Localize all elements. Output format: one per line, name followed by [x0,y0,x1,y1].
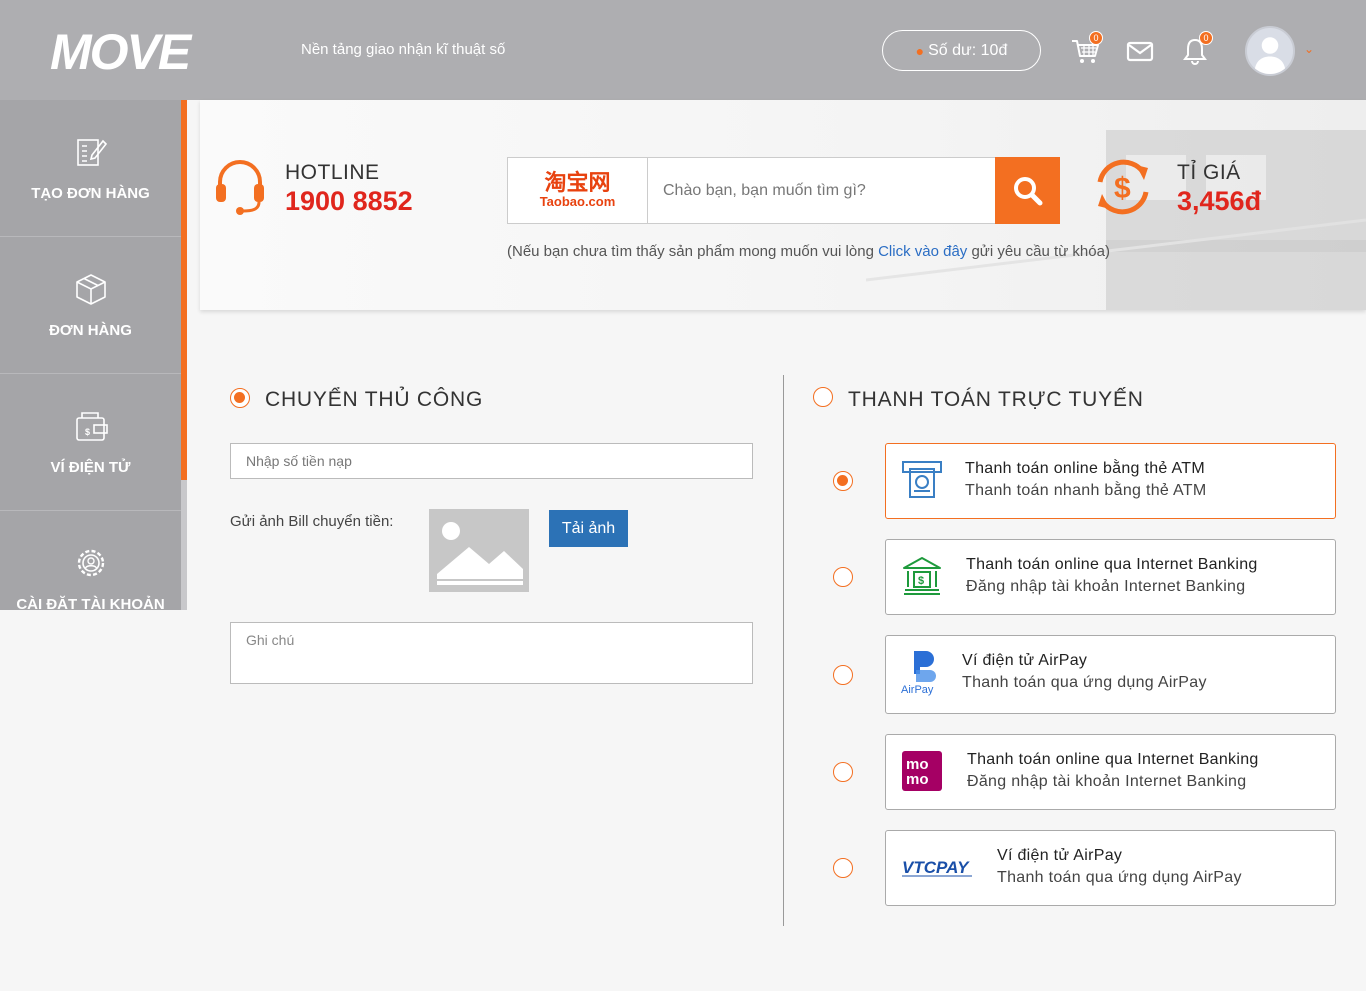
svg-text:MOVE: MOVE [50,26,193,74]
atm-icon [900,458,944,502]
notification-count-badge: 0 [1199,31,1213,45]
balance-button[interactable]: ● Số dư: 10đ [882,30,1041,71]
wallet-icon: $ [75,411,108,441]
svg-text:$: $ [1114,172,1131,205]
hotline-number[interactable]: 1900 8852 [285,186,413,217]
money-bag-icon: ● [915,42,925,59]
online-payment-title: THANH TOÁN TRỰC TUYẾN [848,388,1144,411]
amount-input[interactable] [230,443,753,479]
payment-option-atm[interactable]: Thanh toán online bằng thẻ ATM Thanh toá… [885,443,1336,519]
balance-label: Số dư: 10đ [928,41,1008,59]
note-field[interactable] [230,622,753,684]
payment-option-subtitle: Đăng nhập tài khoản Internet Banking [967,773,1247,790]
sidebar-item-label: ĐƠN HÀNG [49,321,132,339]
payment-option-subtitle: Thanh toán qua ứng dụng AirPay [997,869,1242,886]
svg-text:VTCPAY: VTCPAY [902,858,970,877]
taobao-logo-cn: 淘宝网 [544,170,611,195]
sidebar-item-label: TẠO ĐƠN HÀNG [31,184,150,202]
payment-option-subtitle: Thanh toán qua ứng dụng AirPay [962,674,1207,691]
sidebar: TẠO ĐƠN HÀNG ĐƠN HÀNG $ VÍ ĐIỆN TỬ CÀI Đ… [0,100,187,610]
payment-option-radio[interactable] [833,762,853,782]
product-search: 淘宝网 Taobao.com [507,157,1060,224]
svg-text:$: $ [85,427,90,437]
settings-icon [77,549,104,576]
keyword-request-link[interactable]: Click vào đây [878,243,967,260]
payment-option-title: Ví điện tử AirPay [962,652,1088,669]
image-placeholder-icon [437,522,523,585]
manual-transfer-title: CHUYỂN THỦ CÔNG [265,388,484,411]
search-button[interactable] [995,157,1060,224]
payment-option-radio[interactable] [833,471,853,491]
bill-image-placeholder [429,509,529,592]
payment-option-title: Thanh toán online qua Internet Banking [966,556,1258,573]
bill-upload-label: Gửi ảnh Bill chuyển tiền: [230,513,394,530]
momo-icon: mo mo [900,749,944,793]
bank-icon: $ [900,554,944,598]
sidebar-item-label: CÀI ĐẶT TÀI KHOẢN [16,595,165,611]
chevron-down-icon[interactable]: ⌄ [1304,42,1314,56]
payment-option-momo[interactable]: mo mo Thanh toán online qua Internet Ban… [885,734,1336,810]
payment-option-subtitle: Đăng nhập tài khoản Internet Banking [966,578,1246,595]
column-divider [783,375,784,926]
online-payment-radio[interactable] [813,387,833,407]
move-logo[interactable]: MOVE [50,26,242,74]
payment-option-internet-banking[interactable]: $ Thanh toán online qua Internet Banking… [885,539,1336,615]
sidebar-item-account-settings[interactable]: CÀI ĐẶT TÀI KHOẢN [0,511,181,610]
payment-option-radio[interactable] [833,567,853,587]
sidebar-item-wallet[interactable]: $ VÍ ĐIỆN TỬ [0,374,181,511]
payment-option-vtcpay[interactable]: VTCPAY Ví điện tử AirPay Thanh toán qua … [885,830,1336,906]
box-icon [75,273,106,305]
airpay-icon: AirPay [900,650,944,696]
payment-option-title: Thanh toán online bằng thẻ ATM [965,460,1205,477]
taobao-logo-en: Taobao.com [539,194,616,209]
payment-option-airpay[interactable]: AirPay Ví điện tử AirPay Thanh toán qua … [885,635,1336,714]
top-header: MOVE Nền tảng giao nhận kĩ thuật số ● Số… [0,0,1366,100]
payment-option-title: Thanh toán online qua Internet Banking [967,751,1259,768]
search-hint-before: (Nếu bạn chưa tìm thấy sản phẩm mong muố… [507,243,879,260]
avatar[interactable] [1245,26,1295,76]
svg-text:AirPay: AirPay [901,684,934,696]
sidebar-active-indicator [181,100,187,480]
payment-option-title: Ví điện tử AirPay [997,847,1123,864]
search-icon [1013,176,1042,205]
sidebar-item-label: VÍ ĐIỆN TỬ [50,458,131,476]
user-icon [1254,37,1286,74]
payment-option-radio[interactable] [833,858,853,878]
search-hint: (Nếu bạn chưa tìm thấy sản phẩm mong muố… [507,243,1110,260]
search-input[interactable] [649,158,995,223]
sidebar-item-create-order[interactable]: TẠO ĐƠN HÀNG [0,100,181,237]
tagline: Nền tảng giao nhận kĩ thuật số [301,41,506,58]
create-order-icon [76,138,107,166]
taobao-logo[interactable]: 淘宝网 Taobao.com [508,158,648,223]
cart-count-badge: 0 [1089,31,1103,45]
exchange-rate-icon: $ [1097,159,1149,215]
mail-icon[interactable] [1125,36,1155,66]
payment-option-radio[interactable] [833,665,853,685]
exchange-rate-value: 3,456đ [1177,186,1262,216]
manual-transfer-radio[interactable] [230,388,250,408]
headset-icon [216,160,264,215]
vtcpay-icon: VTCPAY [898,845,978,889]
search-hint-after: gửi yêu cầu từ khóa) [967,243,1110,260]
upload-image-button[interactable]: Tải ảnh [549,510,628,547]
svg-text:mo: mo [906,771,929,788]
sidebar-item-orders[interactable]: ĐƠN HÀNG [0,237,181,374]
svg-text:$: $ [918,575,924,587]
exchange-rate-label: TỈ GIÁ [1177,161,1241,184]
hotline-label: HOTLINE [285,161,380,184]
payment-option-subtitle: Thanh toán nhanh bằng thẻ ATM [965,482,1207,499]
sidebar-scrollbar[interactable] [181,480,187,610]
